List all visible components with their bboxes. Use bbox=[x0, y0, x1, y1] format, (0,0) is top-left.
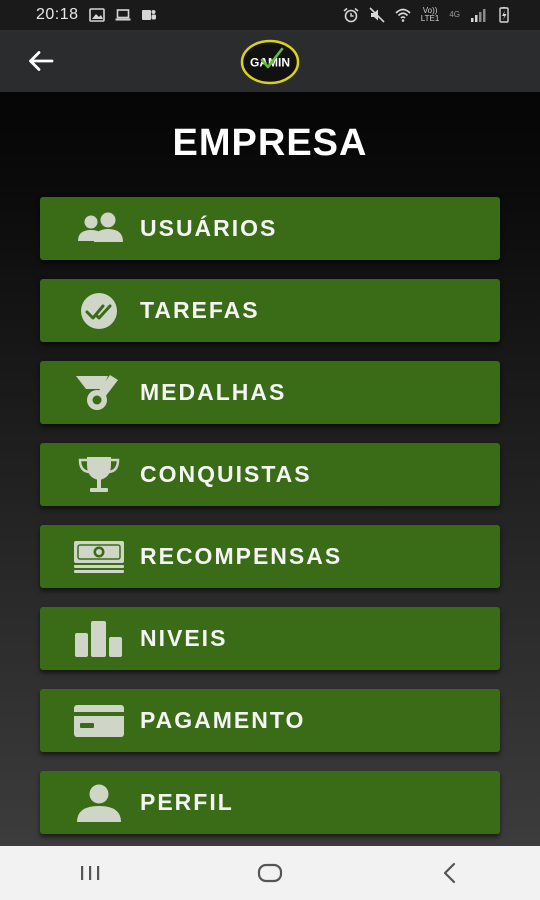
levels-icon bbox=[72, 619, 126, 659]
signal-icon bbox=[470, 7, 486, 23]
teams-icon bbox=[141, 7, 157, 23]
volte-label: Vo)) LTE1 bbox=[421, 7, 440, 23]
menu-item-label: CONQUISTAS bbox=[140, 461, 312, 487]
medal-icon bbox=[72, 373, 126, 413]
status-left: 20:18 bbox=[36, 6, 157, 24]
menu-item-niveis[interactable]: NIVEIS bbox=[40, 607, 500, 670]
menu-item-label: USUÁRIOS bbox=[140, 215, 278, 241]
recent-apps-button[interactable] bbox=[60, 853, 120, 893]
app-bar: GAMIN bbox=[0, 30, 540, 92]
system-back-button[interactable] bbox=[420, 853, 480, 893]
arrow-left-icon bbox=[29, 51, 54, 71]
menu-item-pagamento[interactable]: PAGAMENTO bbox=[40, 689, 500, 752]
menu-item-label: RECOMPENSAS bbox=[140, 543, 343, 569]
users-icon bbox=[72, 209, 126, 249]
status-time: 20:18 bbox=[36, 6, 79, 23]
check-tasks-icon bbox=[72, 291, 126, 331]
gallery-icon bbox=[88, 7, 105, 23]
menu-item-recompensas[interactable]: RECOMPENSAS bbox=[40, 525, 500, 588]
wifi-icon bbox=[395, 7, 411, 23]
trophy-icon bbox=[72, 455, 126, 495]
menu-item-label: MEDALHAS bbox=[140, 379, 287, 405]
menu-item-conquistas[interactable]: CONQUISTAS bbox=[40, 443, 500, 506]
status-right: Vo)) LTE1 4G bbox=[343, 7, 512, 23]
menu-item-usuarios[interactable]: USUÁRIOS bbox=[40, 197, 500, 260]
menu-item-label: NIVEIS bbox=[140, 625, 228, 651]
menu-item-label: PERFIL bbox=[140, 789, 234, 815]
system-nav-bar bbox=[0, 846, 540, 900]
menu-item-label: PAGAMENTO bbox=[140, 707, 306, 733]
page-title: EMPRESA bbox=[172, 122, 368, 164]
status-bar: 20:18 Vo)) LTE1 4G bbox=[0, 0, 540, 30]
home-icon bbox=[257, 863, 283, 883]
menu-item-label: TAREFAS bbox=[140, 297, 260, 323]
credit-card-icon bbox=[72, 701, 126, 741]
menu-item-tarefas[interactable]: TAREFAS bbox=[40, 279, 500, 342]
menu-list: USUÁRIOS TAREFAS MEDALHAS CONQUISTAS REC… bbox=[40, 197, 500, 853]
laptop-icon bbox=[115, 7, 131, 23]
home-button[interactable] bbox=[240, 853, 300, 893]
network-type: 4G bbox=[449, 10, 460, 19]
money-icon bbox=[72, 537, 126, 577]
battery-icon bbox=[496, 7, 512, 23]
volte-bottom: LTE1 bbox=[420, 14, 440, 23]
chevron-left-icon bbox=[443, 862, 456, 884]
menu-item-medalhas[interactable]: MEDALHAS bbox=[40, 361, 500, 424]
user-icon bbox=[72, 783, 126, 823]
recent-apps-icon bbox=[81, 866, 100, 880]
back-button[interactable] bbox=[24, 45, 58, 77]
app-logo: GAMIN bbox=[240, 39, 300, 85]
menu-item-perfil[interactable]: PERFIL bbox=[40, 771, 500, 834]
alarm-icon bbox=[343, 7, 359, 23]
mute-icon bbox=[369, 7, 385, 23]
